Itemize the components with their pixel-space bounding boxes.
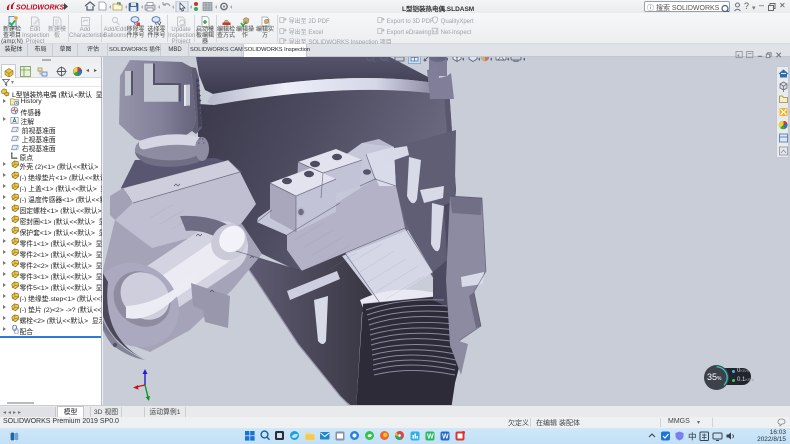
svg-text:中: 中 — [688, 432, 697, 442]
svg-text:W: W — [427, 434, 434, 441]
svg-text:W: W — [442, 434, 449, 441]
